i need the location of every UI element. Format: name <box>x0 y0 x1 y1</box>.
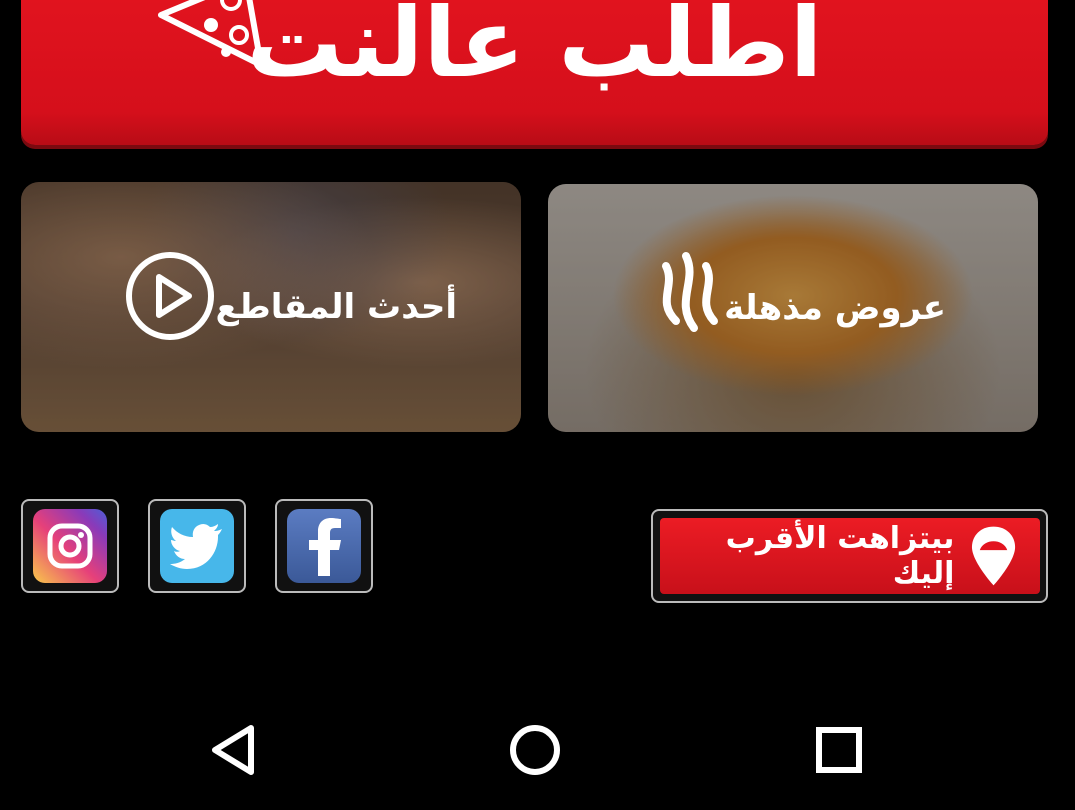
location-pin-icon <box>972 526 1016 586</box>
nearest-store-label: بيتزاهت الأقرب إليك <box>725 521 955 591</box>
instagram-button[interactable] <box>21 499 119 593</box>
brand-icon <box>662 252 718 332</box>
order-online-banner[interactable]: اطلب عالنت <box>21 0 1048 145</box>
facebook-icon <box>287 509 361 583</box>
recents-icon[interactable] <box>809 720 869 780</box>
nearest-store-button[interactable]: بيتزاهت الأقرب إليك <box>651 509 1048 603</box>
order-online-label: اطلب عالنت <box>246 0 823 99</box>
instagram-icon <box>33 509 107 583</box>
back-icon[interactable] <box>205 720 265 780</box>
home-icon[interactable] <box>505 720 565 780</box>
latest-videos-label: أحدث المقاطع <box>215 287 457 327</box>
play-icon <box>126 252 214 340</box>
amazing-offers-tile[interactable]: عروض مذهلة <box>548 184 1038 432</box>
twitter-button[interactable] <box>148 499 246 593</box>
navigation-bar <box>0 700 1075 810</box>
latest-videos-tile[interactable]: أحدث المقاطع <box>21 182 521 432</box>
pizza-slice-icon <box>158 0 264 68</box>
facebook-button[interactable] <box>275 499 373 593</box>
amazing-offers-label: عروض مذهلة <box>724 288 946 328</box>
twitter-icon <box>160 509 234 583</box>
nearest-store-inner: بيتزاهت الأقرب إليك <box>659 518 1040 594</box>
